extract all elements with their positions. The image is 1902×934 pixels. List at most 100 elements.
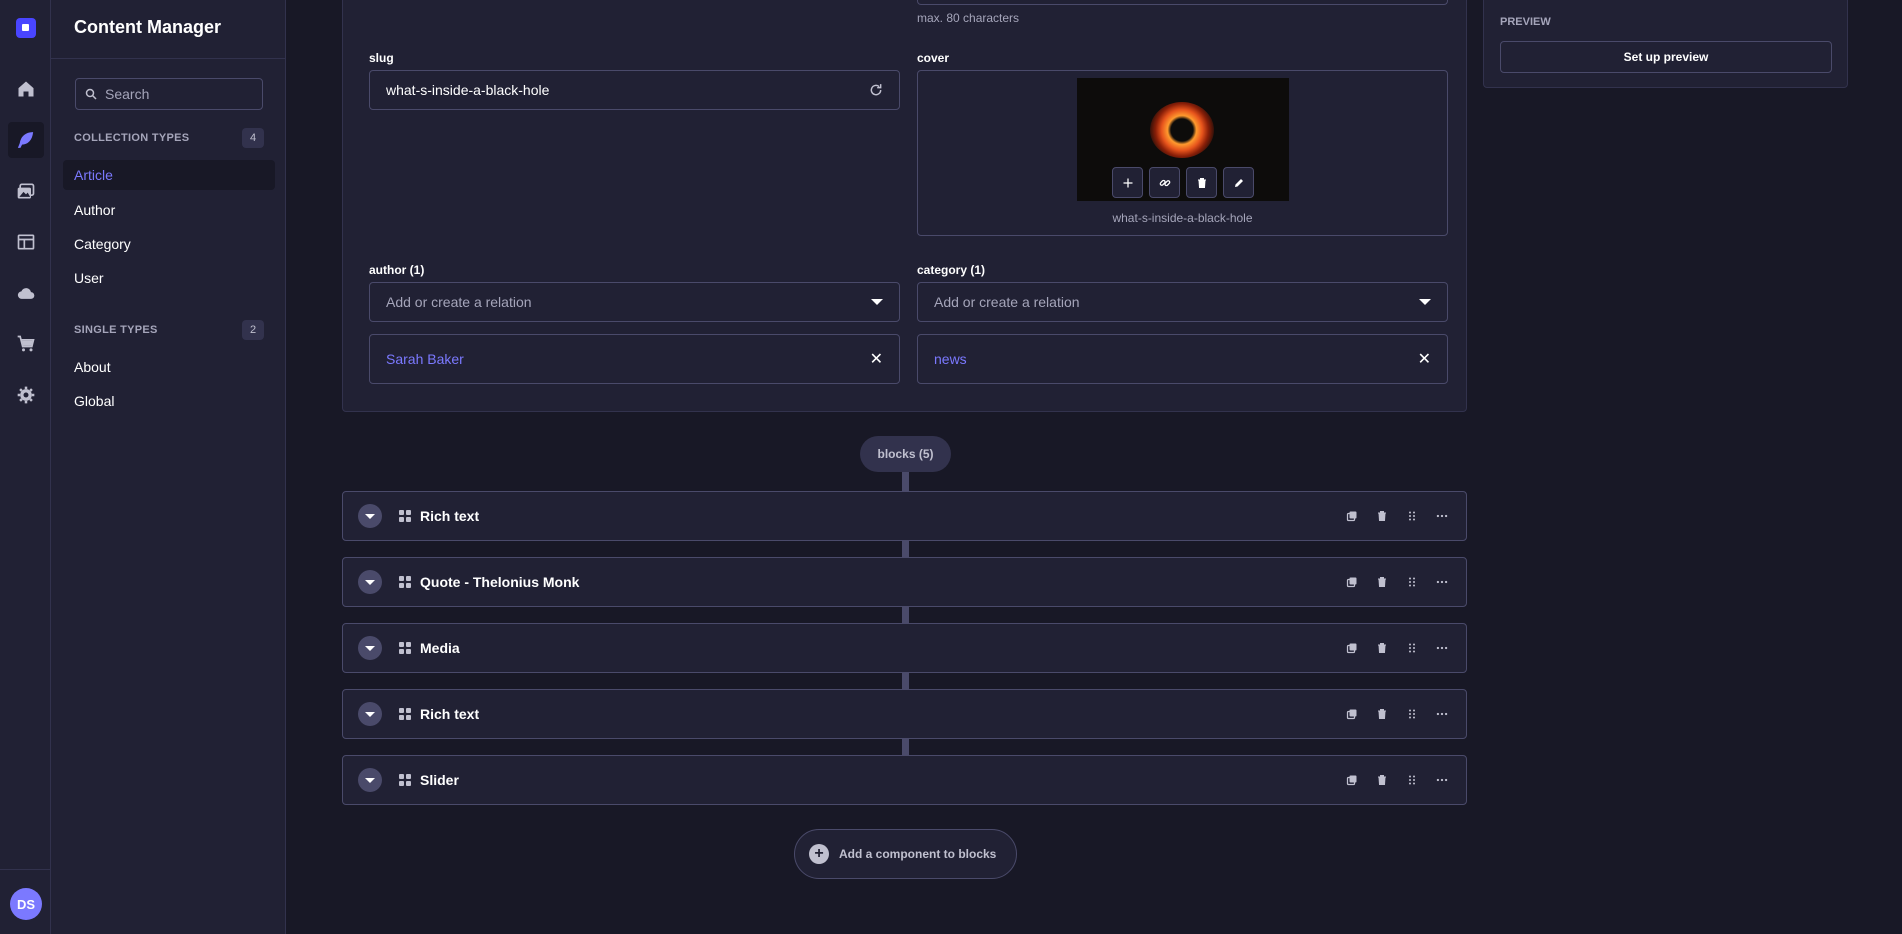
content-manager-feather-icon[interactable] [8,122,44,158]
cover-media-field[interactable]: what-s-inside-a-black-hole [917,70,1448,236]
block-item[interactable]: Quote - Thelonius Monk [342,557,1467,607]
more-options-icon[interactable] [1434,706,1450,722]
expand-chevron-icon[interactable] [358,570,382,594]
search-icon [85,88,97,100]
drag-handle-icon[interactable] [1404,508,1420,524]
user-avatar[interactable]: DS [10,888,42,920]
trash-icon[interactable] [1374,640,1390,656]
sub-nav-item-user[interactable]: User [63,263,275,293]
block-item[interactable]: Rich text [342,491,1467,541]
trash-icon[interactable] [1374,508,1390,524]
author-relation-select[interactable]: Add or create a relation [369,282,900,322]
cover-file-name: what-s-inside-a-black-hole [1112,211,1253,225]
expand-chevron-icon[interactable] [358,504,382,528]
category-placeholder: Add or create a relation [934,294,1080,310]
set-up-preview-button[interactable]: Set up preview [1500,41,1832,73]
author-relation-link[interactable]: Sarah Baker [386,351,464,367]
block-name: Rich text [420,508,480,524]
cover-image-black-hole [1077,78,1289,201]
duplicate-icon[interactable] [1344,706,1360,722]
cloud-icon[interactable] [8,275,44,311]
regenerate-icon[interactable] [869,83,883,97]
more-options-icon[interactable] [1434,772,1450,788]
cover-label: cover [917,51,950,65]
component-grid-icon [399,510,411,522]
pencil-edit-icon[interactable] [1223,167,1254,198]
block-name: Rich text [420,706,480,722]
component-grid-icon [399,774,411,786]
search-box[interactable] [75,78,263,110]
expand-chevron-icon[interactable] [358,768,382,792]
block-name: Slider [420,772,459,788]
trash-icon[interactable] [1186,167,1217,198]
content-type-builder-icon[interactable] [8,224,44,260]
sub-nav-item-global[interactable]: Global [63,386,275,416]
more-options-icon[interactable] [1434,640,1450,656]
block-name: Quote - Thelonius Monk [420,574,580,590]
collection-types-count: 4 [242,128,264,148]
search-input[interactable] [105,86,255,102]
content-manager-sub-nav: Content Manager COLLECTION TYPES 4 Artic… [51,0,286,934]
main-nav: DS [0,0,51,934]
remove-relation-close-icon[interactable]: ✕ [870,349,883,369]
category-relation-select[interactable]: Add or create a relation [917,282,1448,322]
drag-handle-icon[interactable] [1404,574,1420,590]
category-relation-item[interactable]: news ✕ [917,334,1448,384]
author-relation-item[interactable]: Sarah Baker ✕ [369,334,900,384]
preview-label: PREVIEW [1500,16,1551,28]
nav-divider [0,869,51,870]
slug-input[interactable]: what-s-inside-a-black-hole [369,70,900,110]
entry-form-card: max. 80 characters slug what-s-inside-a-… [342,0,1467,412]
description-textarea[interactable] [917,0,1448,5]
category-relation-link[interactable]: news [934,351,967,367]
more-options-icon[interactable] [1434,508,1450,524]
sub-nav-divider [51,58,286,59]
strapi-logo-icon[interactable] [16,18,36,38]
trash-icon[interactable] [1374,706,1390,722]
drag-handle-icon[interactable] [1404,640,1420,656]
remove-relation-close-icon[interactable]: ✕ [1418,349,1431,369]
drag-handle-icon[interactable] [1404,706,1420,722]
sub-nav-item-author[interactable]: Author [63,195,275,225]
block-item[interactable]: Slider [342,755,1467,805]
trash-icon[interactable] [1374,772,1390,788]
block-item[interactable]: Media [342,623,1467,673]
add-icon[interactable] [1112,167,1143,198]
chevron-down-icon[interactable] [1419,299,1431,305]
collection-types-label: COLLECTION TYPES [74,132,190,144]
duplicate-icon[interactable] [1344,508,1360,524]
single-types-header[interactable]: SINGLE TYPES 2 [74,320,264,340]
block-item[interactable]: Rich text [342,689,1467,739]
home-icon[interactable] [8,71,44,107]
duplicate-icon[interactable] [1344,574,1360,590]
settings-gear-icon[interactable] [8,377,44,413]
block-connector [902,541,909,557]
block-connector [902,472,909,491]
link-icon[interactable] [1149,167,1180,198]
trash-icon[interactable] [1374,574,1390,590]
author-label: author (1) [369,263,425,277]
component-grid-icon [399,642,411,654]
block-connector [902,673,909,689]
expand-chevron-icon[interactable] [358,636,382,660]
media-library-icon[interactable] [8,173,44,209]
sub-nav-item-article[interactable]: Article [63,160,275,190]
preview-panel: PREVIEW Set up preview [1483,0,1848,88]
collection-types-header[interactable]: COLLECTION TYPES 4 [74,128,264,148]
component-grid-icon [399,708,411,720]
chevron-down-icon[interactable] [871,299,883,305]
duplicate-icon[interactable] [1344,640,1360,656]
sub-nav-item-category[interactable]: Category [63,229,275,259]
more-options-icon[interactable] [1434,574,1450,590]
sub-nav-item-about[interactable]: About [63,352,275,382]
black-hole-ring [1150,102,1214,158]
drag-handle-icon[interactable] [1404,772,1420,788]
expand-chevron-icon[interactable] [358,702,382,726]
cover-actions [1112,167,1254,198]
add-component-button[interactable]: + Add a component to blocks [794,829,1017,879]
plus-circle-icon: + [809,844,829,864]
single-types-label: SINGLE TYPES [74,324,158,336]
marketplace-cart-icon[interactable] [8,326,44,362]
sub-nav-title: Content Manager [74,17,222,37]
duplicate-icon[interactable] [1344,772,1360,788]
